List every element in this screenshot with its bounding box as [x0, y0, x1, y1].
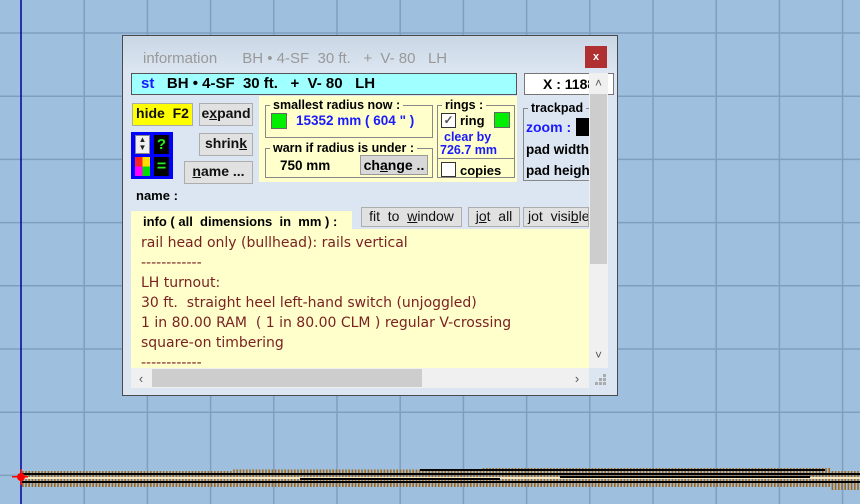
fit-to-window-button[interactable]: fit to window: [361, 207, 462, 227]
help-icon[interactable]: ?: [154, 135, 169, 154]
rings-group: rings : ✓ ring clear by 726.7 mm copies: [437, 98, 515, 178]
name-button[interactable]: name ...: [184, 161, 253, 184]
equals-icon[interactable]: =: [154, 157, 169, 176]
information-dialog: information BH • 4-SF 30 ft. + V- 80 LH …: [122, 35, 618, 396]
warn-radius-value: 750 mm: [280, 158, 331, 173]
color-palette-icon[interactable]: [135, 157, 150, 176]
radius-panel: smallest radius now : 15352 mm ( 604 " )…: [259, 96, 517, 182]
info-line: ------------: [141, 255, 202, 271]
rail-stock-right: [22, 481, 860, 483]
info-line: LH turnout:: [141, 275, 221, 291]
tool-block: ▲ ▼ ? =: [131, 132, 173, 179]
window-title: information BH • 4-SF 30 ft. + V- 80 LH: [143, 50, 448, 67]
jot-visible-button[interactable]: jot visible: [523, 207, 589, 227]
info-line: rail head only (bullhead): rails vertica…: [141, 235, 408, 251]
info-panel: info ( all dimensions in mm ) : rail hea…: [131, 211, 589, 368]
rail-stock-left: [22, 473, 860, 475]
horizontal-scrollbar[interactable]: ‹ ›: [131, 368, 589, 388]
ring-label: ring: [460, 113, 485, 128]
template-name-bar: st BH • 4-SF 30 ft. + V- 80 LH: [131, 73, 517, 95]
copies-checkbox[interactable]: [441, 162, 456, 177]
expand-button[interactable]: expand: [199, 103, 253, 126]
scroll-up-icon[interactable]: ˄: [589, 73, 608, 93]
resize-grip-icon[interactable]: [593, 372, 607, 386]
info-text[interactable]: rail head only (bullhead): rails vertica…: [141, 233, 581, 367]
rail-closure: [300, 478, 500, 480]
scroll-left-icon[interactable]: ‹: [131, 368, 151, 388]
info-line: ------------: [141, 355, 202, 367]
close-button[interactable]: x: [585, 46, 607, 68]
clear-by-value: 726.7 mm: [440, 143, 497, 157]
info-line: 30 ft. straight heel left-hand switch (u…: [141, 295, 477, 311]
template-name: BH • 4-SF 30 ft. + V- 80 LH: [166, 75, 376, 92]
rings-divider: [437, 158, 515, 159]
change-button[interactable]: change ..: [360, 155, 428, 175]
shrink-button[interactable]: shrink: [199, 133, 253, 156]
origin-marker-dot: [17, 473, 25, 481]
pad-width-label: pad width: [526, 142, 589, 157]
info-title: info ( all dimensions in mm ) :: [143, 214, 338, 229]
up-down-arrows-icon[interactable]: ▲ ▼: [135, 135, 150, 154]
template-prefix: st: [141, 75, 155, 92]
rail-wing: [560, 476, 810, 478]
vertical-scroll-thumb[interactable]: [590, 94, 607, 264]
ring-status-indicator: [494, 112, 510, 128]
info-line: square-on timbering: [141, 335, 284, 351]
scroll-down-icon[interactable]: ˅: [589, 345, 608, 365]
horizontal-scroll-thumb[interactable]: [152, 369, 422, 387]
pad-height-label: pad height: [526, 163, 589, 178]
smallest-radius-value: 15352 mm ( 604 " ): [296, 113, 415, 128]
trackpad-group: trackpad zoom : pad width pad height: [523, 101, 589, 183]
radius-status-indicator: [271, 113, 287, 129]
title-bar[interactable]: information BH • 4-SF 30 ft. + V- 80 LH …: [123, 36, 617, 72]
check-icon: ✓: [443, 113, 454, 127]
smallest-radius-group: smallest radius now : 15352 mm ( 604 " ): [265, 98, 433, 138]
close-icon: x: [592, 51, 600, 63]
turnout-track-drawing[interactable]: [0, 455, 860, 504]
vertical-scrollbar[interactable]: ˄ ˅: [589, 73, 608, 368]
zoom-label: zoom :: [526, 119, 572, 135]
zoom-value-field[interactable]: [576, 118, 589, 136]
hide-button[interactable]: hide F2: [132, 103, 193, 126]
copies-label: copies: [460, 163, 502, 178]
info-line: 1 in 80.00 RAM ( 1 in 80.00 CLM ) regula…: [141, 315, 512, 331]
jot-all-button[interactable]: jot all: [468, 207, 520, 227]
scroll-right-icon[interactable]: ›: [567, 368, 587, 388]
name-label: name :: [136, 188, 178, 203]
warn-radius-group: warn if radius is under : 750 mm change …: [265, 141, 433, 178]
ring-checkbox[interactable]: ✓: [441, 113, 456, 128]
rail-diverging: [420, 469, 825, 471]
